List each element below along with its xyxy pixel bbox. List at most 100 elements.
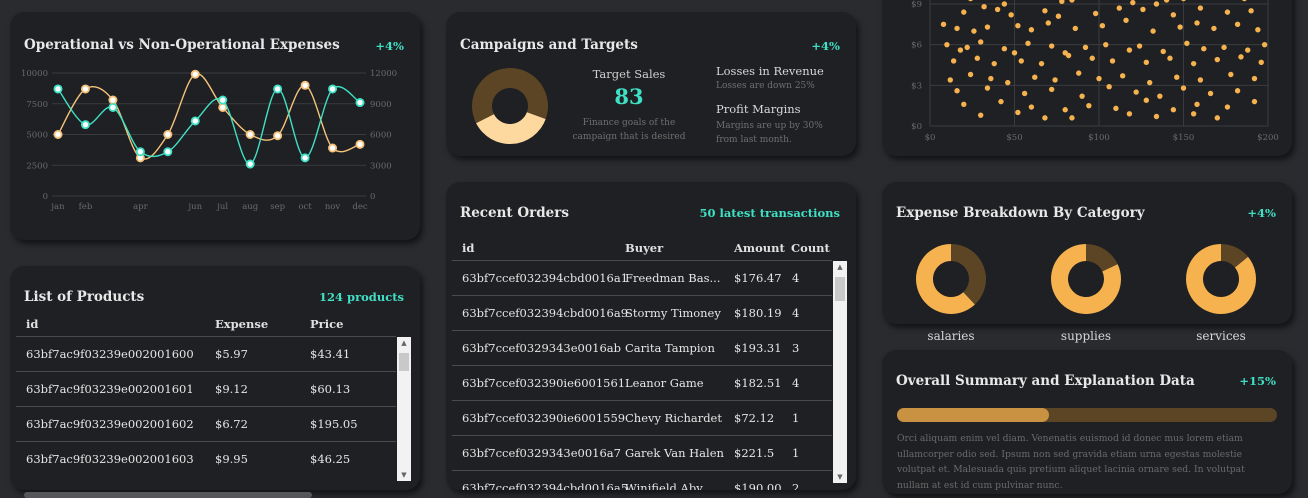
scatter-point[interactable] <box>1018 58 1024 64</box>
table-row[interactable]: 63bf7ccef0329343e0016a7 Garek Van Halen $2… <box>452 435 832 470</box>
series-point-1[interactable] <box>245 159 255 169</box>
scatter-point[interactable] <box>1065 52 1072 59</box>
scatter-point[interactable] <box>1251 98 1258 105</box>
scatter-point[interactable] <box>1076 70 1082 76</box>
table-row[interactable]: 63bf7ccef032390ie6001561 Leanor Game $182.… <box>452 365 832 400</box>
table-row[interactable]: 63bf7ccef032390ie6001559 Chevy Richardet $… <box>452 400 832 435</box>
scatter-point[interactable] <box>1092 10 1099 17</box>
table-row[interactable]: 63bf7ccef032394cbd0016a1 Freedman Bas... $… <box>452 260 832 295</box>
scatter-point[interactable] <box>1048 43 1055 49</box>
series-point-1[interactable] <box>53 84 63 94</box>
scatter-point[interactable] <box>1015 109 1021 116</box>
series-point-1[interactable] <box>80 120 90 130</box>
orders-scrollbar[interactable]: ▲ ▼ <box>833 261 847 483</box>
scatter-point[interactable] <box>1055 13 1062 19</box>
scatter-point[interactable] <box>1228 71 1234 78</box>
scatter-point[interactable] <box>984 24 991 30</box>
scatter-point[interactable] <box>1201 46 1207 52</box>
scatter-point[interactable] <box>1038 60 1045 67</box>
scatter-point[interactable] <box>1052 77 1058 83</box>
scatter-point[interactable] <box>1174 74 1180 80</box>
scatter-point[interactable] <box>1001 46 1008 52</box>
scatter-point[interactable] <box>1180 85 1187 91</box>
products-header-expense[interactable]: Expense <box>215 317 268 331</box>
scatter-point[interactable] <box>1079 93 1085 99</box>
scatter-point[interactable] <box>994 6 1001 13</box>
scatter-point[interactable] <box>1190 60 1197 67</box>
scatter-point[interactable] <box>1021 90 1028 97</box>
scatter-point[interactable] <box>1008 12 1014 18</box>
scatter-point[interactable] <box>1242 0 1247 2</box>
scatter-point[interactable] <box>1160 48 1166 55</box>
scatter-point[interactable] <box>1025 40 1031 47</box>
series-point-0[interactable] <box>53 130 63 140</box>
scatter-point[interactable] <box>1255 27 1261 33</box>
scatter-point[interactable] <box>1086 102 1092 109</box>
scroll-down-arrow-icon[interactable]: ▼ <box>833 471 847 483</box>
scatter-point[interactable] <box>1147 79 1153 86</box>
scatter-point[interactable] <box>1181 0 1186 2</box>
scatter-point[interactable] <box>1096 75 1102 82</box>
products-scrollbar[interactable]: ▲ ▼ <box>397 337 411 481</box>
scatter-point[interactable] <box>971 28 977 34</box>
scatter-point[interactable] <box>1028 104 1035 110</box>
campaign-donut-rest-slice[interactable] <box>472 68 548 124</box>
series-point-0[interactable] <box>245 130 255 140</box>
scatter-point[interactable] <box>1143 59 1150 65</box>
scatter-point[interactable] <box>1157 93 1163 99</box>
scatter-point[interactable] <box>988 75 994 82</box>
scatter-point[interactable] <box>1163 0 1170 3</box>
scatter-point[interactable] <box>1258 59 1264 65</box>
scatter-point[interactable] <box>964 44 970 51</box>
scatter-point[interactable] <box>1011 50 1018 56</box>
scatter-point[interactable] <box>1072 25 1079 32</box>
scatter-point[interactable] <box>1106 83 1112 90</box>
scatter-point[interactable] <box>1059 0 1065 4</box>
scatter-point[interactable] <box>978 39 984 45</box>
scatter-point[interactable] <box>1245 47 1251 53</box>
scatter-point[interactable] <box>1119 73 1126 79</box>
scatter-point[interactable] <box>1221 44 1227 51</box>
scatter-point[interactable] <box>1177 24 1183 30</box>
scatter-point[interactable] <box>1136 43 1143 49</box>
series-point-0[interactable] <box>355 139 365 149</box>
series-point-0[interactable] <box>273 131 283 141</box>
scatter-point[interactable] <box>1042 8 1048 14</box>
series-point-0[interactable] <box>190 69 200 79</box>
scatter-point[interactable] <box>978 112 984 118</box>
products-scroll-thumb[interactable] <box>399 353 409 371</box>
scatter-point[interactable] <box>954 25 960 32</box>
scatter-point[interactable] <box>1153 1 1160 7</box>
horizontal-scrollbar[interactable] <box>24 492 312 498</box>
scatter-point[interactable] <box>1015 22 1021 29</box>
scatter-point[interactable] <box>1116 5 1122 11</box>
series-point-0[interactable] <box>163 130 173 140</box>
scatter-point[interactable] <box>1126 111 1133 117</box>
scatter-point[interactable] <box>1194 20 1200 26</box>
scatter-point[interactable] <box>1153 113 1160 120</box>
scatter-point[interactable] <box>1069 115 1075 121</box>
scatter-point[interactable] <box>1251 75 1258 82</box>
scatter-point[interactable] <box>1099 22 1106 29</box>
scatter-point[interactable] <box>1211 25 1217 32</box>
scatter-point[interactable] <box>947 77 953 83</box>
scatter-point[interactable] <box>1109 58 1116 64</box>
orders-header-buyer[interactable]: Buyer <box>625 241 663 255</box>
scatter-point[interactable] <box>1032 74 1038 80</box>
products-header-id[interactable]: id <box>26 317 38 331</box>
table-row[interactable]: 63bf7ccef032394cbd0016a5 Winifield Aby...… <box>452 470 832 490</box>
scatter-point[interactable] <box>984 85 991 91</box>
scatter-point[interactable] <box>961 9 967 15</box>
series-point-1[interactable] <box>273 84 283 94</box>
scatter-point[interactable] <box>1184 40 1190 47</box>
scatter-point[interactable] <box>954 88 960 94</box>
table-row[interactable]: 63bf7ac9f03239e002001603 $9.95 $46.25 <box>16 441 396 476</box>
scatter-point[interactable] <box>1062 107 1068 113</box>
series-point-1[interactable] <box>218 95 228 105</box>
category-donut-rest-slice[interactable] <box>951 244 986 305</box>
scatter-point[interactable] <box>1042 115 1048 121</box>
table-row[interactable]: 63bf7ac9f03239e002001601 $9.12 $60.13 <box>16 371 396 406</box>
scatter-point[interactable] <box>950 58 957 64</box>
scatter-point[interactable] <box>998 98 1004 105</box>
scatter-point[interactable] <box>1126 47 1133 53</box>
